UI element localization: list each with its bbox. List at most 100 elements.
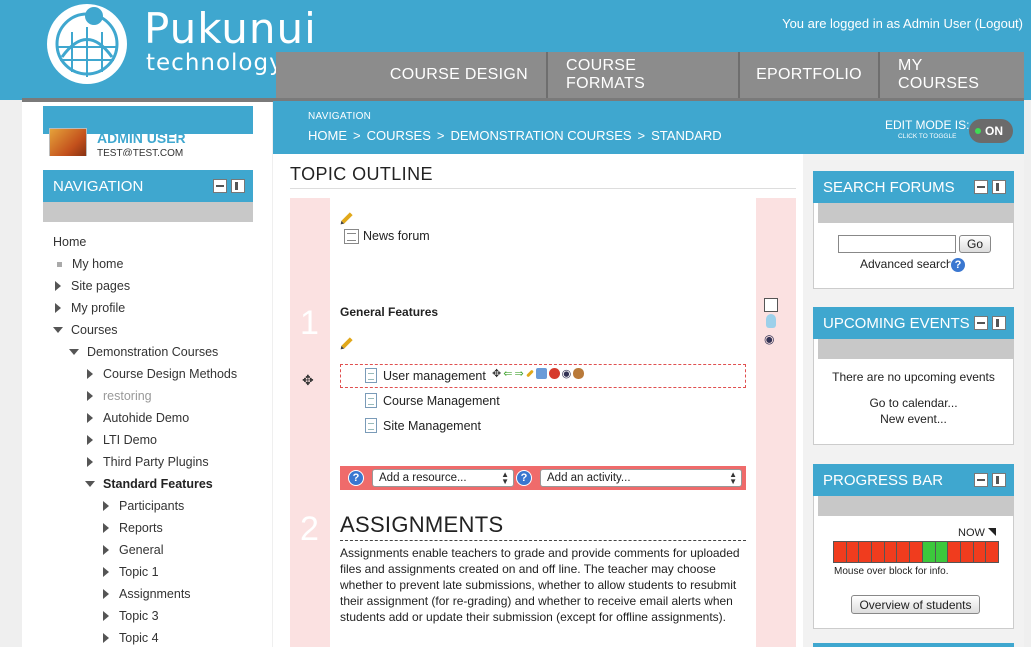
nav-item-demonstration-courses[interactable]: Demonstration Courses: [69, 342, 218, 362]
activity-news-forum[interactable]: News forum: [363, 229, 430, 243]
dock-icon[interactable]: [992, 180, 1006, 194]
dock-icon[interactable]: [231, 179, 245, 193]
progress-cell[interactable]: [897, 542, 911, 562]
site-header: Pukunui technology You are logged in as …: [0, 0, 1031, 100]
help-icon[interactable]: ?: [516, 470, 532, 486]
lightbulb-icon[interactable]: [766, 314, 776, 328]
section-right-gutter: [756, 198, 796, 647]
minimize-icon[interactable]: [974, 316, 988, 330]
breadcrumb-courses[interactable]: COURSES: [367, 128, 431, 143]
topnav-course-design[interactable]: COURSE DESIGN: [276, 52, 548, 98]
breadcrumb-bar: NAVIGATION HOME > COURSES > DEMONSTRATIO…: [273, 101, 1024, 154]
nav-item-participants[interactable]: Participants: [103, 496, 184, 516]
overview-of-students-button[interactable]: Overview of students: [851, 595, 980, 614]
minimize-icon[interactable]: [974, 473, 988, 487]
nav-item-standard-features[interactable]: Standard Features: [85, 474, 213, 494]
breadcrumb-demonstration-courses[interactable]: DEMONSTRATION COURSES: [450, 128, 631, 143]
progress-cell[interactable]: [859, 542, 873, 562]
activity-user-management[interactable]: User management: [383, 369, 486, 383]
upcoming-events-header: UPCOMING EVENTS: [813, 307, 1014, 339]
section-title: General Features: [340, 305, 439, 319]
edit-mode-toggle[interactable]: ON: [969, 119, 1013, 143]
topnav-my-courses[interactable]: MY COURSES: [880, 52, 1024, 98]
nav-item-reports[interactable]: Reports: [103, 518, 163, 538]
nav-item-home[interactable]: Home: [53, 232, 86, 252]
nav-item-my-profile[interactable]: My profile: [55, 298, 125, 318]
forum-icon: [344, 229, 359, 244]
minimize-icon[interactable]: [974, 180, 988, 194]
move-right-icon[interactable]: ⇒: [514, 367, 523, 380]
nav-item-third-party-plugins[interactable]: Third Party Plugins: [87, 452, 209, 472]
progress-cells[interactable]: [833, 541, 999, 563]
move-icon[interactable]: ✥: [492, 367, 501, 380]
help-icon[interactable]: ?: [950, 257, 966, 273]
progress-cell[interactable]: [986, 542, 998, 562]
nav-item-topic-1[interactable]: Topic 1: [103, 562, 159, 582]
go-to-calendar-link[interactable]: Go to calendar...: [813, 396, 1014, 410]
no-events-text: There are no upcoming events: [832, 370, 995, 384]
search-forums-header: SEARCH FORUMS: [813, 171, 1014, 203]
user-name[interactable]: ADMIN USER: [97, 130, 186, 146]
nav-item-lti-demo[interactable]: LTI Demo: [87, 430, 157, 450]
progress-cell[interactable]: [973, 542, 987, 562]
nav-item-topic-3[interactable]: Topic 3: [103, 606, 159, 626]
topnav-course-formats[interactable]: COURSE FORMATS: [548, 52, 740, 98]
progress-cell[interactable]: [872, 542, 885, 562]
progress-cell[interactable]: [922, 542, 936, 562]
search-input[interactable]: [838, 235, 956, 253]
move-icon[interactable]: ✥: [302, 372, 314, 389]
help-icon[interactable]: ?: [348, 470, 364, 486]
progress-cell[interactable]: [960, 542, 974, 562]
expand-arrow-icon: [103, 523, 109, 533]
expand-arrow-icon: [55, 281, 61, 291]
top-navigation: COURSE DESIGN COURSE FORMATS EPORTFOLIO …: [276, 52, 1024, 98]
nav-item-restoring[interactable]: restoring: [87, 386, 152, 406]
progress-cell[interactable]: [834, 542, 847, 562]
nav-item-site-pages[interactable]: Site pages: [55, 276, 130, 296]
topnav-eportfolio[interactable]: EPORTFOLIO: [740, 52, 880, 98]
group-mode-icon[interactable]: [573, 368, 585, 379]
pukunui-logo-icon[interactable]: [42, 2, 132, 88]
activity-course-management[interactable]: Course Management: [383, 394, 500, 408]
visibility-eye-icon[interactable]: ◉: [764, 332, 784, 346]
delete-icon[interactable]: [548, 368, 560, 379]
nav-item-courses[interactable]: Courses: [53, 320, 118, 340]
nav-item-course-design-methods[interactable]: Course Design Methods: [87, 364, 237, 384]
add-resource-select[interactable]: Add a resource... ▲ ▼: [372, 469, 514, 487]
expand-arrow-icon: [103, 589, 109, 599]
edit-pencil-icon[interactable]: [525, 369, 534, 378]
page-icon: [365, 418, 377, 433]
move-left-icon[interactable]: ⇐: [503, 367, 512, 380]
progress-cell[interactable]: [935, 542, 949, 562]
nav-item-my-home[interactable]: My home: [55, 254, 123, 274]
new-event-link[interactable]: New event...: [813, 412, 1014, 426]
progress-cell[interactable]: [948, 542, 961, 562]
progress-cell[interactable]: [884, 542, 898, 562]
now-pointer-icon: [988, 528, 996, 536]
minimize-icon[interactable]: [213, 179, 227, 193]
section-title-underline: [340, 540, 746, 541]
progress-cell[interactable]: [846, 542, 860, 562]
duplicate-icon[interactable]: [535, 368, 547, 379]
nav-item-assignments[interactable]: Assignments: [103, 584, 191, 604]
nav-item-topic-4[interactable]: Topic 4: [103, 628, 159, 647]
breadcrumb-home[interactable]: HOME: [308, 128, 347, 143]
highlight-toggle-icon[interactable]: [764, 298, 778, 312]
collapse-arrow-icon: [53, 327, 63, 333]
nav-item-autohide-demo[interactable]: Autohide Demo: [87, 408, 189, 428]
search-go-button[interactable]: Go: [959, 235, 991, 253]
activity-site-management[interactable]: Site Management: [383, 419, 481, 433]
dock-icon[interactable]: [992, 473, 1006, 487]
nav-item-general[interactable]: General: [103, 540, 163, 560]
expand-arrow-icon: [103, 545, 109, 555]
avatar[interactable]: [49, 128, 87, 156]
expand-arrow-icon: [87, 435, 93, 445]
add-activity-select[interactable]: Add an activity... ▲ ▼: [540, 469, 742, 487]
dock-icon[interactable]: [992, 316, 1006, 330]
breadcrumb-standard[interactable]: STANDARD: [651, 128, 722, 143]
visibility-eye-icon[interactable]: ◉: [562, 367, 572, 380]
advanced-search-link[interactable]: Advanced search: [860, 257, 953, 271]
progress-cell[interactable]: [910, 542, 923, 562]
logged-in-status[interactable]: You are logged in as Admin User (Logout): [782, 16, 1023, 31]
breadcrumb: HOME > COURSES > DEMONSTRATION COURSES >…: [308, 128, 722, 143]
